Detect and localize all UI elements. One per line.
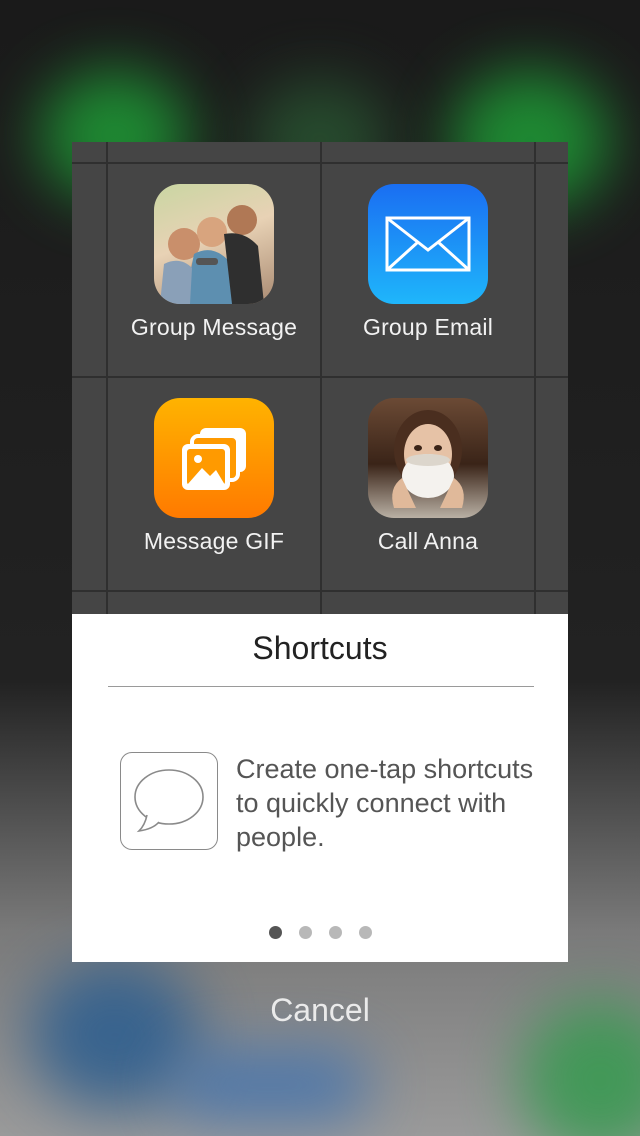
mail-envelope-icon [368, 184, 488, 304]
page-indicator[interactable] [72, 926, 568, 944]
shortcut-grid: Group Message Group Email Message GIF Ca… [72, 142, 568, 614]
grid-divider [534, 142, 536, 614]
page-dot[interactable] [358, 926, 372, 939]
shortcuts-info-panel: Shortcuts Create one-tap shortcuts to qu… [72, 614, 568, 962]
shortcut-label: Group Email [362, 314, 494, 340]
divider [108, 686, 534, 687]
photo-stack-icon [154, 398, 274, 518]
background-blur-blob [170, 1050, 370, 1120]
page-dot[interactable] [328, 926, 342, 939]
speech-bubble-icon [120, 752, 218, 850]
contact-photo-icon [368, 398, 488, 518]
shortcuts-sheet: Group Message Group Email Message GIF Ca… [72, 142, 568, 962]
shortcut-group-email[interactable]: Group Email [322, 164, 534, 376]
shortcut-label: Group Message [130, 314, 298, 340]
group-photo-icon [154, 184, 274, 304]
page-dot[interactable] [298, 926, 312, 939]
panel-title: Shortcuts [252, 630, 388, 666]
grid-divider [72, 590, 568, 592]
cancel-button[interactable]: Cancel [0, 992, 640, 1029]
panel-description: Create one-tap shortcuts to quickly conn… [236, 754, 534, 852]
page-dot-active[interactable] [268, 926, 282, 939]
shortcut-call-anna[interactable]: Call Anna [322, 378, 534, 590]
shortcut-label: Message GIF [143, 528, 285, 554]
shortcut-group-message[interactable]: Group Message [108, 164, 320, 376]
shortcut-message-gif[interactable]: Message GIF [108, 378, 320, 590]
shortcut-label: Call Anna [377, 528, 479, 554]
